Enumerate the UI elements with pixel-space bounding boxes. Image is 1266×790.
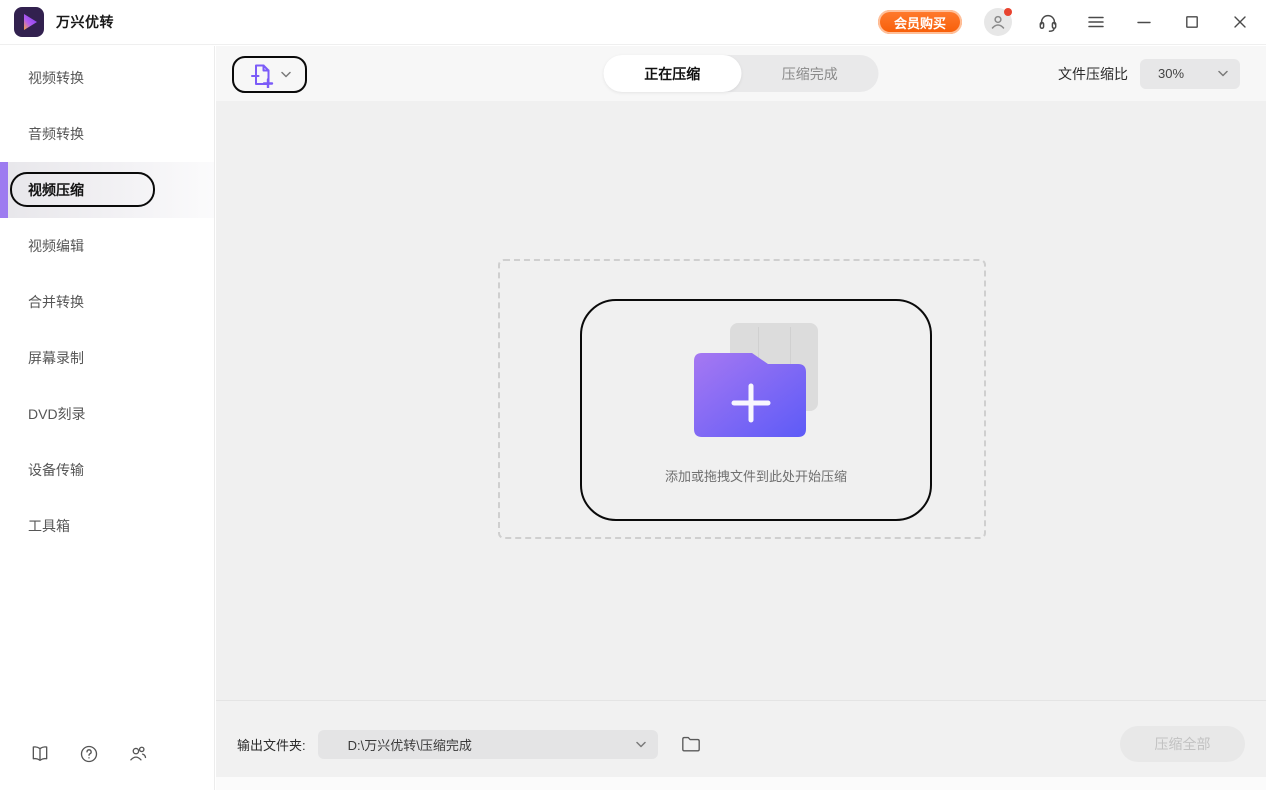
sidebar-item-label: DVD刻录 xyxy=(28,404,86,424)
content-area: 添加或拖拽文件到此处开始压缩 xyxy=(216,101,1266,700)
sidebar-item-label: 设备传输 xyxy=(28,460,84,480)
sidebar-item-device-transfer[interactable]: 设备传输 xyxy=(0,442,214,498)
chevron-down-icon xyxy=(636,741,646,748)
account-avatar[interactable] xyxy=(984,8,1012,36)
add-files-button[interactable] xyxy=(232,56,307,93)
toolbar: 正在压缩 压缩完成 文件压缩比 30% xyxy=(216,46,1266,101)
sidebar-item-video-compress[interactable]: 视频压缩 xyxy=(0,162,214,218)
sidebar-item-label: 屏幕录制 xyxy=(28,348,84,368)
sidebar-item-label: 视频转换 xyxy=(28,68,84,88)
titlebar-controls: 会员购买 xyxy=(878,8,1266,36)
sidebar-item-label: 合并转换 xyxy=(28,292,84,312)
menu-icon[interactable] xyxy=(1084,10,1108,34)
app-logo-icon xyxy=(14,7,44,37)
sidebar-item-toolbox[interactable]: 工具箱 xyxy=(0,498,214,554)
sidebar-item-merge-convert[interactable]: 合并转换 xyxy=(0,274,214,330)
title-bar: 万兴优转 会员购买 xyxy=(0,0,1266,45)
support-headset-icon[interactable] xyxy=(1036,10,1060,34)
minimize-button[interactable] xyxy=(1132,10,1156,34)
main-panel: 正在压缩 压缩完成 文件压缩比 30% xyxy=(216,46,1266,790)
compression-ratio-value: 30% xyxy=(1158,66,1184,81)
maximize-button[interactable] xyxy=(1180,10,1204,34)
sidebar-item-audio-convert[interactable]: 音频转换 xyxy=(0,106,214,162)
chevron-down-icon xyxy=(281,71,291,78)
sidebar-item-video-convert[interactable]: 视频转换 xyxy=(0,50,214,106)
tab-compressing[interactable]: 正在压缩 xyxy=(604,55,742,92)
sidebar-item-label: 音频转换 xyxy=(28,124,84,144)
member-purchase-button[interactable]: 会员购买 xyxy=(878,10,962,34)
drop-zone[interactable]: 添加或拖拽文件到此处开始压缩 xyxy=(498,259,986,539)
sidebar-item-dvd-burn[interactable]: DVD刻录 xyxy=(0,386,214,442)
tab-compressed[interactable]: 压缩完成 xyxy=(741,55,879,92)
sidebar-item-screen-record[interactable]: 屏幕录制 xyxy=(0,330,214,386)
help-icon[interactable] xyxy=(79,744,99,764)
sidebar-item-label: 工具箱 xyxy=(28,516,70,536)
add-file-icon xyxy=(248,62,274,88)
sidebar-item-label: 视频压缩 xyxy=(28,180,84,200)
compression-ratio-select[interactable]: 30% xyxy=(1140,59,1240,89)
sidebar-item-label: 视频编辑 xyxy=(28,236,84,256)
community-icon[interactable] xyxy=(128,744,148,764)
drop-zone-annotation-outline[interactable]: 添加或拖拽文件到此处开始压缩 xyxy=(580,299,932,521)
sidebar-footer xyxy=(30,744,148,764)
chevron-down-icon xyxy=(1218,70,1228,77)
notification-dot xyxy=(1004,8,1012,16)
drop-zone-hint: 添加或拖拽文件到此处开始压缩 xyxy=(665,466,847,485)
browse-folder-icon[interactable] xyxy=(680,733,702,755)
output-folder-select[interactable]: D:\万兴优转\压缩完成 xyxy=(318,730,658,759)
add-folder-icon xyxy=(694,323,818,438)
close-button[interactable] xyxy=(1228,10,1252,34)
guide-book-icon[interactable] xyxy=(30,744,50,764)
bottom-bar: 输出文件夹: D:\万兴优转\压缩完成 压缩全部 xyxy=(216,700,1266,777)
output-folder-label: 输出文件夹: xyxy=(237,735,306,754)
compression-ratio-group: 文件压缩比 30% xyxy=(1058,46,1240,101)
sidebar: 视频转换 音频转换 视频压缩 视频编辑 合并转换 屏幕录制 DVD刻录 设备传输… xyxy=(0,46,215,790)
sidebar-item-video-edit[interactable]: 视频编辑 xyxy=(0,218,214,274)
app-window: 万兴优转 会员购买 xyxy=(0,0,1266,790)
output-folder-path: D:\万兴优转\压缩完成 xyxy=(348,735,472,754)
window-bottom-strip xyxy=(216,777,1266,790)
compression-ratio-label: 文件压缩比 xyxy=(1058,64,1128,84)
compress-all-button[interactable]: 压缩全部 xyxy=(1120,726,1245,762)
app-title: 万兴优转 xyxy=(56,12,114,32)
compression-tabs: 正在压缩 压缩完成 xyxy=(604,55,879,92)
